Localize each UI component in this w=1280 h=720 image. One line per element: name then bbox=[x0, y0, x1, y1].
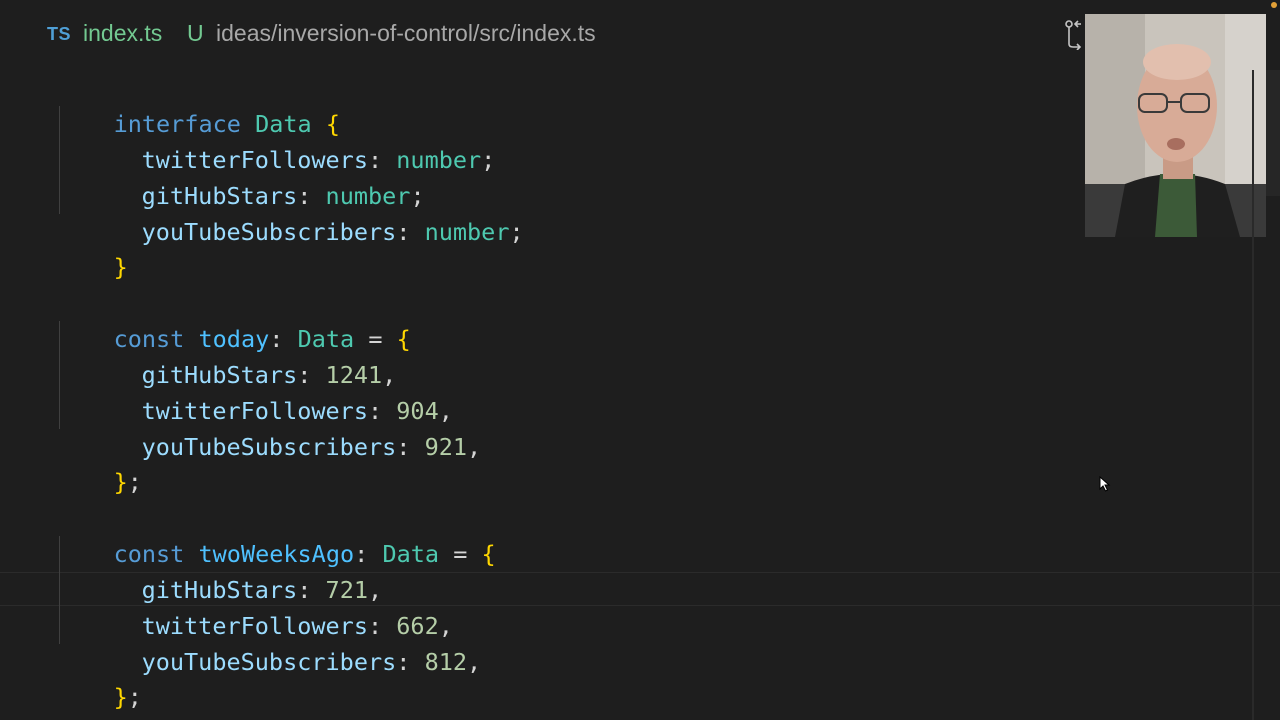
colon: : bbox=[396, 433, 411, 461]
comma: , bbox=[467, 433, 482, 461]
colon: : bbox=[396, 648, 411, 676]
minimap-border bbox=[1252, 70, 1254, 720]
comma: , bbox=[467, 648, 482, 676]
number-literal: 812 bbox=[424, 648, 468, 676]
close-brace: } bbox=[113, 683, 128, 711]
type-name: Data bbox=[382, 540, 440, 568]
code-line: } bbox=[57, 213, 128, 281]
typescript-file-icon: TS bbox=[47, 24, 72, 44]
code-line: gitHubStars: 1241, bbox=[57, 321, 397, 389]
property-name: youTubeSubscribers bbox=[141, 218, 397, 246]
scrollbar-thumb[interactable] bbox=[1266, 70, 1280, 196]
code-line: twitterFollowers: 662, bbox=[57, 572, 453, 640]
code-line: twitterFollowers: 904, bbox=[57, 357, 453, 425]
property-name: youTubeSubscribers bbox=[141, 648, 397, 676]
tab-filename[interactable]: index.ts bbox=[83, 20, 162, 47]
property-name: youTubeSubscribers bbox=[141, 433, 397, 461]
code-line: youTubeSubscribers: number; bbox=[57, 178, 524, 246]
webcam-overlay bbox=[1085, 14, 1266, 237]
number-literal: 921 bbox=[424, 433, 468, 461]
code-line: interface Data { bbox=[57, 70, 340, 138]
close-brace: } bbox=[113, 253, 128, 281]
colon: : bbox=[396, 218, 411, 246]
semicolon: ; bbox=[127, 468, 142, 496]
code-line: youTubeSubscribers: 812, bbox=[57, 608, 482, 676]
type-name: number bbox=[424, 218, 510, 246]
code-line: }; bbox=[57, 643, 142, 711]
code-line: const twoWeeksAgo: Data = { bbox=[57, 500, 496, 568]
tab-file-path: ideas/inversion-of-control/src/index.ts bbox=[216, 20, 596, 46]
git-compare-icon[interactable] bbox=[1064, 20, 1086, 50]
open-brace: { bbox=[481, 540, 496, 568]
code-line: gitHubStars: 721, bbox=[57, 536, 383, 604]
code-line: const today: Data = { bbox=[57, 285, 411, 353]
code-line: youTubeSubscribers: 921, bbox=[57, 393, 482, 461]
open-brace: { bbox=[396, 325, 411, 353]
semicolon: ; bbox=[509, 218, 524, 246]
code-line: gitHubStars: number; bbox=[57, 142, 425, 210]
semicolon: ; bbox=[481, 146, 496, 174]
close-brace: } bbox=[113, 468, 128, 496]
git-untracked-badge: U bbox=[187, 20, 204, 46]
code-line: twitterFollowers: number; bbox=[57, 106, 496, 174]
unsaved-indicator-dot bbox=[1271, 2, 1277, 8]
equals: = bbox=[453, 540, 468, 568]
semicolon: ; bbox=[127, 683, 142, 711]
presenter-video bbox=[1085, 14, 1266, 237]
code-line: }; bbox=[57, 428, 142, 496]
mouse-pointer-icon bbox=[1099, 476, 1111, 492]
